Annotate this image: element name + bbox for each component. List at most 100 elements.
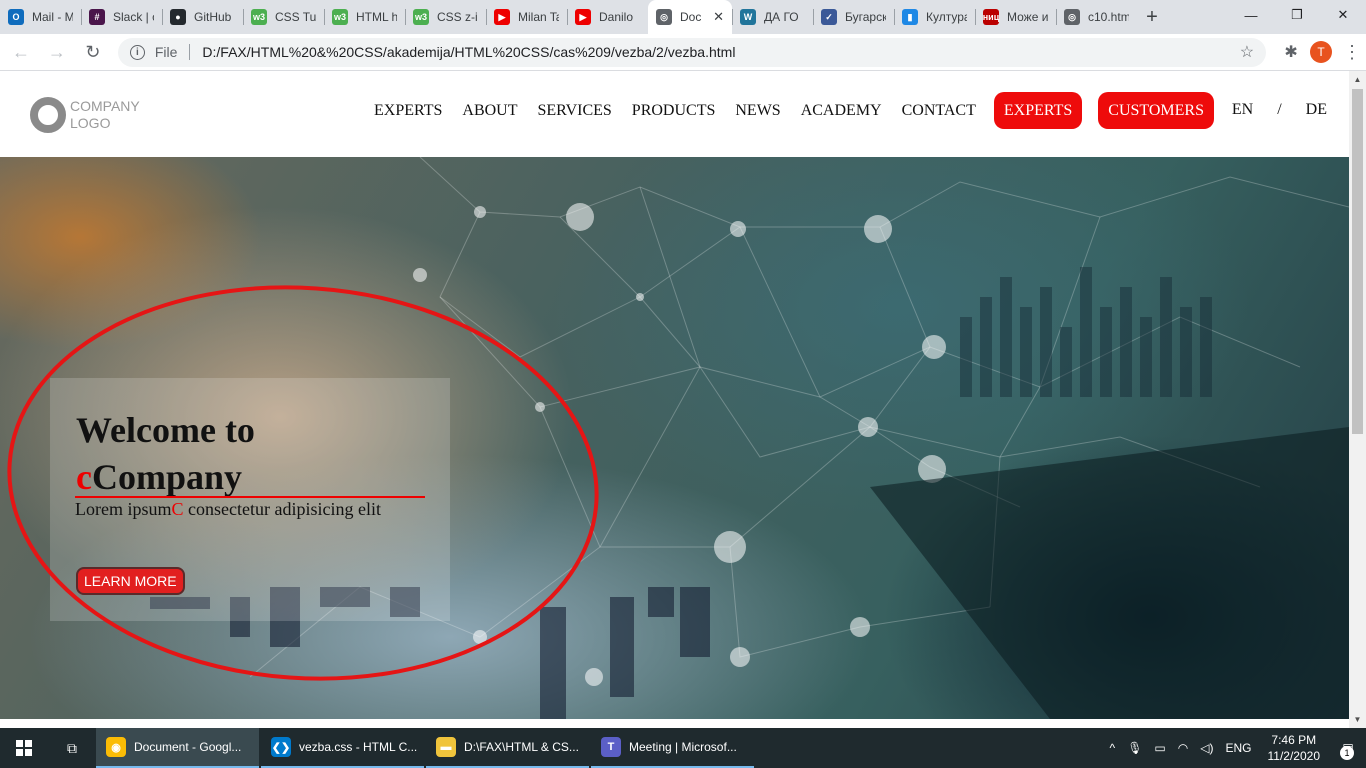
task-view-icon[interactable]: ⧉ [48,728,96,768]
tab-title: GitHub [194,10,232,24]
scroll-up-arrow-icon[interactable]: ▲ [1349,71,1366,88]
browser-tab-active[interactable]: ◎ Doc ✕ [648,0,732,34]
tab-title: Milan Ta [518,10,559,24]
site-info-icon[interactable]: i [129,44,145,60]
omnibox-divider [189,44,191,60]
bookmark-star-icon[interactable]: ☆ [1240,42,1254,62]
nav-link-news[interactable]: NEWS [735,102,780,120]
tab-title: Danilo [599,10,634,24]
scroll-down-arrow-icon[interactable]: ▼ [1349,711,1366,728]
taskbar-app-label: vezba.css - HTML C... [299,740,418,754]
tab-favicon-icon: W [740,9,756,25]
lang-en[interactable]: EN [1232,101,1253,119]
tab-favicon-icon: w3 [332,9,348,25]
tab-favicon-icon: ✓ [821,9,837,25]
new-tab-button[interactable]: + [1137,0,1167,34]
address-bar[interactable]: i File D:/FAX/HTML%20&%20CSS/akademija/H… [117,37,1267,67]
hero-title: Welcome to cCompany [76,407,255,501]
tab-favicon-icon: ▶ [575,9,591,25]
page-viewport: COMPANY LOGO EXPERTS ABOUT SERVICES PRODUCT… [0,71,1366,728]
hero-subtitle-accent: C [171,499,184,519]
tab-title: CSS z-ir [437,10,478,24]
language-switcher: EN / DE [1220,101,1339,119]
clock[interactable]: 7:46 PM 11/2/2020 [1268,732,1321,764]
url-text[interactable]: D:/FAX/HTML%20&%20CSS/akademija/HTML%20C… [202,44,1239,60]
forward-button[interactable]: → [42,37,72,67]
browser-tab[interactable]: w3 CSS z-ir [405,0,486,34]
browser-tab[interactable]: ● GitHub [162,0,243,34]
tab-favicon-icon: ◎ [656,9,672,25]
browser-tab[interactable]: w3 CSS Tut [243,0,324,34]
logo-mark-icon [30,97,66,133]
hero-title-accent: c [76,457,92,497]
tab-title: ДА ГО [764,10,799,24]
microphone-icon[interactable]: 🎙 [1127,741,1142,755]
taskbar-app-label: D:\FAX\HTML & CS... [464,740,579,754]
taskbar-app[interactable]: ◉ Document - Googl... [96,728,259,768]
browser-tab[interactable]: ▮ Култура [894,0,975,34]
page-scrollbar[interactable]: ▲ ▼ [1349,71,1366,728]
profile-avatar[interactable]: T [1310,41,1333,63]
nav-link-experts[interactable]: EXPERTS [374,102,442,120]
windows-logo-icon [16,740,32,756]
learn-more-button[interactable]: LEARN MORE [76,567,185,595]
scheme-label: File [154,44,178,60]
browser-tab[interactable]: # Slack | c [81,0,162,34]
tab-favicon-icon: ▮ [902,9,918,25]
lang-de[interactable]: DE [1306,101,1327,119]
tab-close-icon[interactable]: ✕ [713,9,724,25]
browser-tab[interactable]: O Mail - M [0,0,81,34]
nav-button-experts[interactable]: EXPERTS [993,92,1083,129]
input-language[interactable]: ENG [1225,741,1251,755]
tab-favicon-icon: O [8,9,24,25]
nav-link-products[interactable]: PRODUCTS [632,102,716,120]
logo-line-2: LOGO [70,115,111,131]
browser-tab[interactable]: ниц Може и [975,0,1056,34]
scroll-thumb[interactable] [1352,89,1363,434]
hero-subtitle-end: consectetur adipisicing elit [183,499,381,519]
taskbar-app-icon: ▬ [436,737,456,757]
nav-link-services[interactable]: SERVICES [538,102,612,120]
tray-chevron-icon[interactable]: ^ [1110,741,1116,755]
back-button[interactable]: ← [6,37,36,67]
extensions-icon[interactable]: ✱ [1276,37,1306,67]
browser-tab[interactable]: ▶ Danilo [567,0,648,34]
nav-link-contact[interactable]: CONTACT [902,102,976,120]
maximize-button[interactable]: ❐ [1274,0,1320,30]
site-header: COMPANY LOGO EXPERTS ABOUT SERVICES PRODUCT… [0,71,1349,157]
volume-icon[interactable]: ◁) [1200,741,1213,755]
nav-link-about[interactable]: ABOUT [462,102,517,120]
taskbar-app-label: Document - Googl... [134,740,242,754]
notifications-icon[interactable]: ▤ 1 [1330,728,1366,768]
windows-taskbar: ⧉ ◉ Document - Googl... ❮❯ vezba.css - HTML… [0,728,1366,768]
wifi-icon[interactable]: ◠ [1178,741,1188,755]
tab-title: Slack | c [113,10,154,24]
browser-tab[interactable]: ▶ Milan Ta [486,0,567,34]
hero-section: Welcome to cCompany Lorem ipsumC consect… [0,157,1349,719]
reload-button[interactable]: ↻ [78,37,108,67]
browser-menu-icon[interactable]: ⋮ [1338,42,1366,63]
taskbar-app-icon: ❮❯ [271,737,291,757]
nav-link-academy[interactable]: ACADEMY [801,102,882,120]
browser-toolbar: ← → ↻ i File D:/FAX/HTML%20&%20CSS/akade… [0,34,1366,71]
browser-tab[interactable]: w3 HTML h [324,0,405,34]
minimize-button[interactable]: — [1228,0,1274,30]
taskbar-app[interactable]: T Meeting | Microsof... [591,728,754,768]
hero-title-underline [75,496,425,498]
battery-icon[interactable]: ▭ [1154,741,1165,755]
browser-tab[interactable]: ◎ c10.htm [1056,0,1137,34]
company-logo[interactable]: COMPANY LOGO [30,97,140,133]
tab-favicon-icon: ● [170,9,186,25]
hero-subtitle-start: Lorem ipsum [75,499,172,519]
nav-button-customers[interactable]: CUSTOMERS [1098,92,1214,129]
taskbar-app[interactable]: ❮❯ vezba.css - HTML C... [261,728,424,768]
browser-tab-strip: O Mail - M # Slack | c ● GitHub w3 CSS Tut w3 HTM… [0,0,1366,34]
taskbar-app[interactable]: ▬ D:\FAX\HTML & CS... [426,728,589,768]
system-tray: ^ 🎙 ▭ ◠ ◁) ENG 7:46 PM 11/2/2020 ▤ 1 [1104,728,1366,768]
tab-title: Бугарск [845,10,886,24]
tab-favicon-icon: ▶ [494,9,510,25]
browser-tab[interactable]: W ДА ГО [732,0,813,34]
browser-tab[interactable]: ✓ Бугарск [813,0,894,34]
close-window-button[interactable]: ✕ [1320,0,1366,30]
start-button[interactable] [0,728,48,768]
